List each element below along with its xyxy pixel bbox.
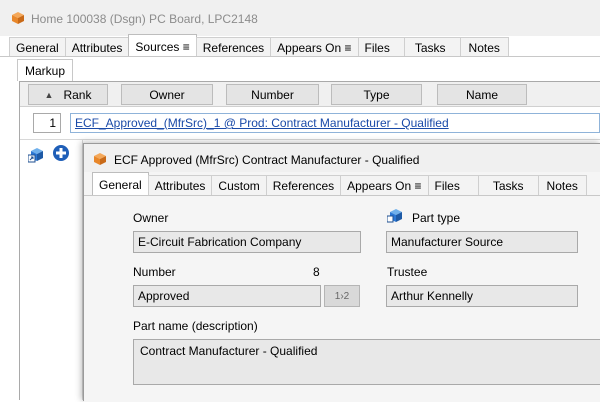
tab-notes[interactable]: Notes [537, 175, 587, 196]
grid-divider [20, 139, 600, 140]
tab-notes[interactable]: Notes [459, 37, 509, 58]
column-rank[interactable]: ▲ Rank [28, 84, 108, 105]
column-rank-label: Rank [63, 87, 92, 102]
dialog-tab-bar: General Attributes Custom References App… [92, 172, 587, 196]
owner-field[interactable]: E-Circuit Fabrication Company [133, 231, 361, 253]
part-type-label: Part type [412, 211, 461, 225]
tab-general[interactable]: General [92, 172, 149, 196]
sort-up-icon: ▲ [44, 89, 54, 100]
row-rank[interactable]: 1 [33, 113, 61, 133]
number-field[interactable]: Approved [133, 285, 321, 307]
column-name[interactable]: Name [437, 84, 527, 105]
open-part-icon [28, 148, 43, 163]
open-source-button[interactable] [27, 146, 45, 164]
part-name-textarea[interactable]: Contract Manufacturer - Qualified [133, 339, 600, 385]
tab-references[interactable]: References [265, 175, 342, 196]
dialog-title: ECF Approved (MfrSrc) Contract Manufactu… [114, 153, 420, 167]
source-link[interactable]: ECF_Approved_(MfrSrc)_1 @ Prod: Contract… [70, 113, 600, 133]
side-toolbar [20, 140, 82, 400]
tab-tasks[interactable]: Tasks [477, 175, 539, 196]
tab-attributes[interactable]: Attributes [147, 175, 213, 196]
tab-references[interactable]: References [195, 37, 272, 58]
number-counter: 8 [313, 265, 320, 279]
tab-general[interactable]: General [9, 37, 66, 58]
generate-number-button[interactable]: 1›2 [324, 285, 360, 307]
column-number[interactable]: Number [226, 84, 319, 105]
number-label: Number [133, 265, 176, 279]
trustee-field[interactable]: Arthur Kennelly [386, 285, 578, 307]
part-box-icon [12, 12, 24, 24]
tab-attributes[interactable]: Attributes [64, 37, 130, 58]
part-box-icon [94, 153, 106, 165]
column-type[interactable]: Type [331, 84, 422, 105]
tab-markup[interactable]: Markup [17, 59, 74, 81]
tab-sources[interactable]: Sources ≡ [128, 34, 197, 58]
part-type-icon [387, 209, 402, 223]
trustee-label: Trustee [387, 265, 428, 279]
main-tab-bar: General Attributes Sources ≡ References … [9, 34, 509, 58]
part-type-field[interactable]: Manufacturer Source [386, 231, 578, 253]
column-owner[interactable]: Owner [121, 84, 213, 105]
tab-appears-on[interactable]: Appears On ≡ [270, 37, 359, 58]
part-name-label: Part name (description) [133, 319, 258, 333]
tab-tasks[interactable]: Tasks [403, 37, 461, 58]
tab-files[interactable]: Files [357, 37, 405, 58]
plus-circle-icon [53, 145, 69, 161]
tab-files[interactable]: Files [427, 175, 479, 196]
window-title: Home 100038 (Dsgn) PC Board, LPC2148 [31, 12, 258, 26]
tab-custom[interactable]: Custom [211, 175, 267, 196]
owner-label: Owner [133, 211, 169, 225]
tab-appears-on[interactable]: Appears On ≡ [340, 175, 429, 196]
source-dialog: ECF Approved (MfrSrc) Contract Manufactu… [83, 143, 600, 402]
add-source-button[interactable] [52, 144, 70, 162]
